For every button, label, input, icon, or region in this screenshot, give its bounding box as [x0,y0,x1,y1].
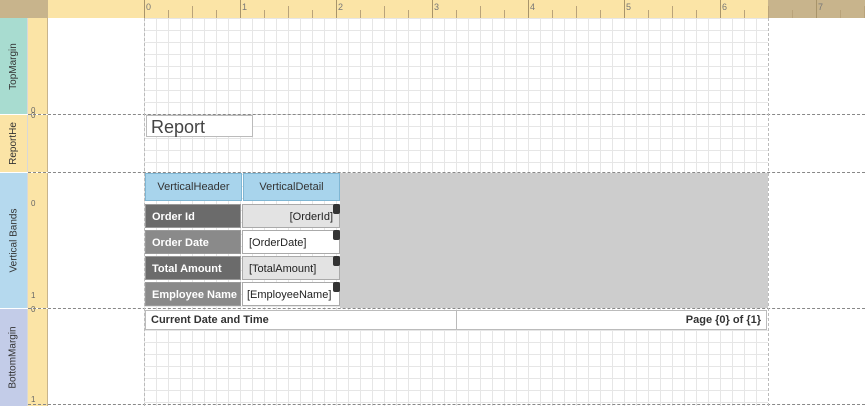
report-title-label[interactable]: Report [146,115,253,137]
vruler-mark: 1 [31,395,36,404]
band-separator [28,404,865,405]
ruler-number: 1 [242,2,248,12]
ruler-ticks: 0 1 2 3 4 5 6 7 [48,0,865,18]
ruler-minor-tick [192,6,193,18]
header-cell-total-amount[interactable]: Total Amount [145,256,241,280]
ruler-major-tick [336,0,337,18]
ruler-minor-tick [696,10,697,18]
left-margin-area [48,18,144,406]
right-margin-area [768,18,865,406]
ruler-minor-tick [408,10,409,18]
ruler-minor-tick [360,10,361,18]
detail-field-employee-name: [EmployeeName] [247,289,332,301]
ruler-minor-tick [552,10,553,18]
vertical-detail-tab[interactable]: VerticalDetail [243,173,340,201]
current-date-time-label[interactable]: Current Date and Time [146,311,457,329]
detail-field-order-date: [OrderDate] [249,237,307,249]
vertical-ruler-top-margin: 0 [28,18,48,115]
band-bottom-margin-label: BottomMargin [8,326,19,389]
ruler-minor-tick [168,10,169,18]
ruler-major-tick [528,0,529,18]
footer-row: Current Date and Time Page {0} of {1} [145,310,767,330]
vertical-ruler-bottom-margin: 0 1 [28,305,48,406]
vertical-header-tab[interactable]: VerticalHeader [145,173,242,201]
ruler-minor-tick [456,10,457,18]
horizontal-ruler[interactable]: 0 1 2 3 4 5 6 7 [0,0,865,18]
database-icon[interactable] [333,230,340,240]
ruler-major-tick [720,0,721,18]
ruler-minor-tick [648,10,649,18]
header-cell-order-id[interactable]: Order Id [145,204,241,228]
header-cell-order-date[interactable]: Order Date [145,230,241,254]
ruler-number: 2 [338,2,344,12]
ruler-number: 6 [722,2,728,12]
ruler-number: 7 [818,2,824,12]
header-cell-employee-name[interactable]: Employee Name [145,282,241,306]
vertical-ruler-report-header: 0 [28,111,48,172]
ruler-minor-tick [264,10,265,18]
vruler-mark: 1 [31,291,36,300]
ruler-minor-tick [504,10,505,18]
detail-field-order-id: [OrderId] [289,211,333,223]
band-top-margin[interactable]: TopMargin [0,18,28,114]
ruler-major-tick [816,0,817,18]
vruler-mark: 0 [31,199,36,208]
ruler-minor-tick [384,6,385,18]
band-bottom-margin-label-wrap: BottomMargin [0,309,27,406]
ruler-major-tick [624,0,625,18]
band-top-margin-label: TopMargin [8,42,20,90]
ruler-number: 3 [434,2,440,12]
detail-cell-total-amount[interactable]: [TotalAmount] [242,256,340,280]
detail-field-total-amount: [TotalAmount] [249,263,317,275]
ruler-minor-tick [480,6,481,18]
ruler-major-tick [432,0,433,18]
vertical-band-empty-area [340,173,768,308]
right-page-margin-line [768,18,769,406]
ruler-minor-tick [792,10,793,18]
ruler-minor-tick [600,10,601,18]
ruler-major-tick [240,0,241,18]
database-icon[interactable] [333,256,340,266]
band-report-header[interactable]: ReportHe [0,115,28,172]
ruler-minor-tick [744,10,745,18]
vruler-mark: 0 [31,111,36,120]
ruler-minor-tick [216,10,217,18]
ruler-number: 4 [530,2,536,12]
vertical-ruler-vertical-bands: 0 1 [28,173,48,308]
band-vertical-label-wrap: Vertical Bands [0,173,27,308]
band-report-header-label-wrap: ReportHe [0,115,27,172]
band-report-header-label: ReportHe [8,122,19,165]
ruler-minor-tick [840,10,841,18]
database-icon[interactable] [333,282,340,292]
ruler-minor-tick [576,6,577,18]
detail-cell-employee-name[interactable]: [EmployeeName] [242,282,340,306]
page-info-label[interactable]: Page {0} of {1} [457,311,766,329]
vruler-mark: 0 [31,305,36,314]
ruler-minor-tick [288,6,289,18]
band-separator[interactable] [28,308,865,309]
band-vertical-bands-label: Vertical Bands [8,208,19,273]
ruler-major-tick [144,0,145,18]
band-bottom-margin[interactable]: BottomMargin [0,309,28,406]
band-top-margin-label-wrap: TopMargin [0,18,27,114]
ruler-number: 5 [626,2,632,12]
ruler-minor-tick [672,6,673,18]
database-icon[interactable] [333,204,340,214]
ruler-minor-tick [312,10,313,18]
band-vertical-bands[interactable]: Vertical Bands [0,173,28,308]
ruler-minor-tick [768,6,769,18]
detail-cell-order-id[interactable]: [OrderId] [242,204,340,228]
detail-cell-order-date[interactable]: [OrderDate] [242,230,340,254]
ruler-number: 0 [146,2,152,12]
